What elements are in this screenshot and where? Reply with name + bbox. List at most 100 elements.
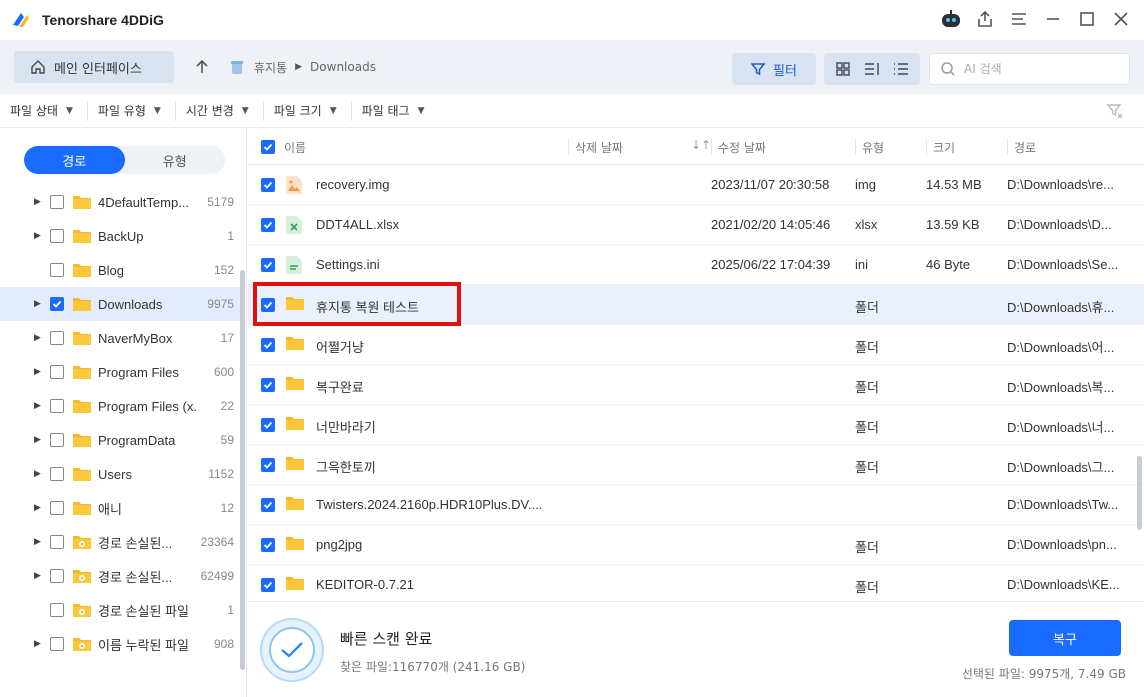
sidebar-item[interactable]: ▶ Program Files (x... 22	[0, 389, 240, 423]
list-view-icon[interactable]	[889, 57, 913, 81]
header-size[interactable]: 크기	[926, 139, 955, 155]
sidebar-item[interactable]: ▶ Program Files 600	[0, 355, 240, 389]
tab-path[interactable]: 경로	[24, 146, 125, 174]
table-row[interactable]: 어쩔거냥 폴더 D:\Downloads\어...	[248, 325, 1144, 365]
menu-icon[interactable]	[1006, 6, 1032, 32]
up-arrow-icon[interactable]	[190, 55, 214, 79]
table-row[interactable]: png2jpg 폴더 D:\Downloads\pn...	[248, 525, 1144, 565]
checkbox[interactable]	[50, 365, 64, 379]
grid-view-icon[interactable]	[831, 57, 855, 81]
filter-button[interactable]: 필터	[732, 53, 816, 85]
list-scrollbar[interactable]	[1137, 456, 1142, 530]
table-row[interactable]: Twisters.2024.2160p.HDR10Plus.DV.... D:\D…	[248, 485, 1144, 525]
expand-arrow-icon[interactable]: ▶	[34, 333, 44, 343]
checkbox[interactable]	[50, 433, 64, 447]
checkbox[interactable]	[50, 501, 64, 515]
expand-arrow-icon[interactable]: ▶	[34, 231, 44, 241]
sidebar-item[interactable]: ▶ 이름 누락된 파일 908	[0, 627, 240, 661]
expand-arrow-icon[interactable]: ▶	[34, 197, 44, 207]
minimize-icon[interactable]	[1040, 6, 1066, 32]
recover-button[interactable]: 복구	[1009, 620, 1121, 656]
checkbox[interactable]	[50, 229, 64, 243]
close-icon[interactable]	[1108, 6, 1134, 32]
header-path[interactable]: 경로	[1007, 139, 1036, 155]
sidebar-item[interactable]: 경로 손실된 파일 1	[0, 593, 240, 627]
search-input[interactable]	[964, 62, 1114, 76]
filter-time-modified[interactable]: 시간 변경 ▼	[176, 100, 264, 121]
row-checkbox[interactable]	[261, 418, 275, 432]
expand-arrow-icon[interactable]: ▶	[34, 639, 44, 649]
row-checkbox[interactable]	[261, 578, 275, 592]
expand-arrow-icon[interactable]: ▶	[34, 503, 44, 513]
expand-arrow-icon[interactable]: ▶	[34, 367, 44, 377]
row-checkbox[interactable]	[261, 458, 275, 472]
file-type: 폴더	[855, 460, 879, 475]
checkbox[interactable]	[50, 467, 64, 481]
filter-file-type[interactable]: 파일 유형 ▼	[88, 100, 176, 121]
table-row[interactable]: 그윽한토끼 폴더 D:\Downloads\그...	[248, 445, 1144, 485]
select-all-checkbox[interactable]	[261, 140, 275, 154]
header-name[interactable]: 이름	[284, 139, 306, 156]
row-checkbox[interactable]	[261, 218, 275, 232]
table-row[interactable]: 휴지통 복원 테스트 폴더 D:\Downloads\휴...	[248, 285, 1144, 325]
file-path: D:\Downloads\pn...	[1007, 537, 1117, 552]
view-mode-group	[824, 53, 920, 85]
header-deleted-date[interactable]: 삭제 날짜	[568, 139, 623, 155]
checkbox[interactable]	[50, 297, 64, 311]
table-row[interactable]: Settings.ini 2025/06/22 17:04:39 ini 46 Byt…	[248, 245, 1144, 285]
sort-icon[interactable]: ↓↑	[691, 138, 711, 152]
table-row[interactable]: KEDITOR-0.7.21 폴더 D:\Downloads\KE...	[248, 565, 1144, 601]
expand-arrow-icon[interactable]: ▶	[34, 401, 44, 411]
maximize-icon[interactable]	[1074, 6, 1100, 32]
row-checkbox[interactable]	[261, 498, 275, 512]
sidebar-item[interactable]: ▶ NaverMyBox 17	[0, 321, 240, 355]
share-icon[interactable]	[972, 6, 998, 32]
sidebar-item[interactable]: ▶ Users 1152	[0, 457, 240, 491]
clear-filter-icon[interactable]	[1106, 102, 1124, 120]
sidebar-item[interactable]: ▶ ProgramData 59	[0, 423, 240, 457]
table-row[interactable]: recovery.img 2023/11/07 20:30:58 img 14.53 …	[248, 165, 1144, 205]
filter-file-size[interactable]: 파일 크기 ▼	[264, 100, 352, 121]
main-interface-button[interactable]: 메인 인터페이스	[14, 51, 174, 83]
assistant-robot-icon[interactable]	[938, 6, 964, 32]
header-modified-date[interactable]: 수정 날짜	[711, 139, 766, 155]
row-checkbox[interactable]	[261, 258, 275, 272]
row-checkbox[interactable]	[261, 298, 275, 312]
breadcrumb-item[interactable]: Downloads	[310, 60, 376, 74]
sidebar-item[interactable]: ▶ Downloads 9975	[0, 287, 240, 321]
expand-arrow-icon[interactable]: ▶	[34, 299, 44, 309]
detail-view-icon[interactable]	[860, 57, 884, 81]
row-checkbox[interactable]	[261, 378, 275, 392]
table-row[interactable]: 복구완료 폴더 D:\Downloads\복...	[248, 365, 1144, 405]
sidebar-item[interactable]: ▶ 경로 손실된... 62499	[0, 559, 240, 593]
sidebar-item[interactable]: ▶ 애니 12	[0, 491, 240, 525]
checkbox[interactable]	[50, 569, 64, 583]
expand-arrow-icon[interactable]: ▶	[34, 537, 44, 547]
expand-arrow-icon[interactable]: ▶	[34, 435, 44, 445]
filter-file-tag[interactable]: 파일 태그 ▼	[352, 101, 439, 121]
expand-arrow-icon[interactable]: ▶	[34, 571, 44, 581]
table-row[interactable]: 너만바라기 폴더 D:\Downloads\너...	[248, 405, 1144, 445]
header-type[interactable]: 유형	[855, 139, 884, 155]
row-checkbox[interactable]	[261, 338, 275, 352]
checkbox[interactable]	[50, 637, 64, 651]
checkbox[interactable]	[50, 263, 64, 277]
sidebar-item[interactable]: ▶ 경로 손실된... 23364	[0, 525, 240, 559]
tab-type[interactable]: 유형	[125, 146, 226, 174]
breadcrumb-item[interactable]: 휴지통	[254, 59, 287, 76]
expand-arrow-icon[interactable]: ▶	[34, 469, 44, 479]
checkbox[interactable]	[50, 331, 64, 345]
sidebar-item[interactable]: ▶ 4DefaultTemp... 5179	[0, 185, 240, 219]
checkbox[interactable]	[50, 603, 64, 617]
sidebar-scrollbar[interactable]	[240, 270, 245, 670]
filter-file-status[interactable]: 파일 상태 ▼	[0, 100, 88, 121]
row-checkbox[interactable]	[261, 538, 275, 552]
sidebar-item[interactable]: Blog 152	[0, 253, 240, 287]
checkbox[interactable]	[50, 195, 64, 209]
row-checkbox[interactable]	[261, 178, 275, 192]
file-name: 그윽한토끼	[316, 460, 376, 475]
checkbox[interactable]	[50, 399, 64, 413]
sidebar-item[interactable]: ▶ BackUp 1	[0, 219, 240, 253]
checkbox[interactable]	[50, 535, 64, 549]
table-row[interactable]: DDT4ALL.xlsx 2021/02/20 14:05:46 xlsx 13.59…	[248, 205, 1144, 245]
